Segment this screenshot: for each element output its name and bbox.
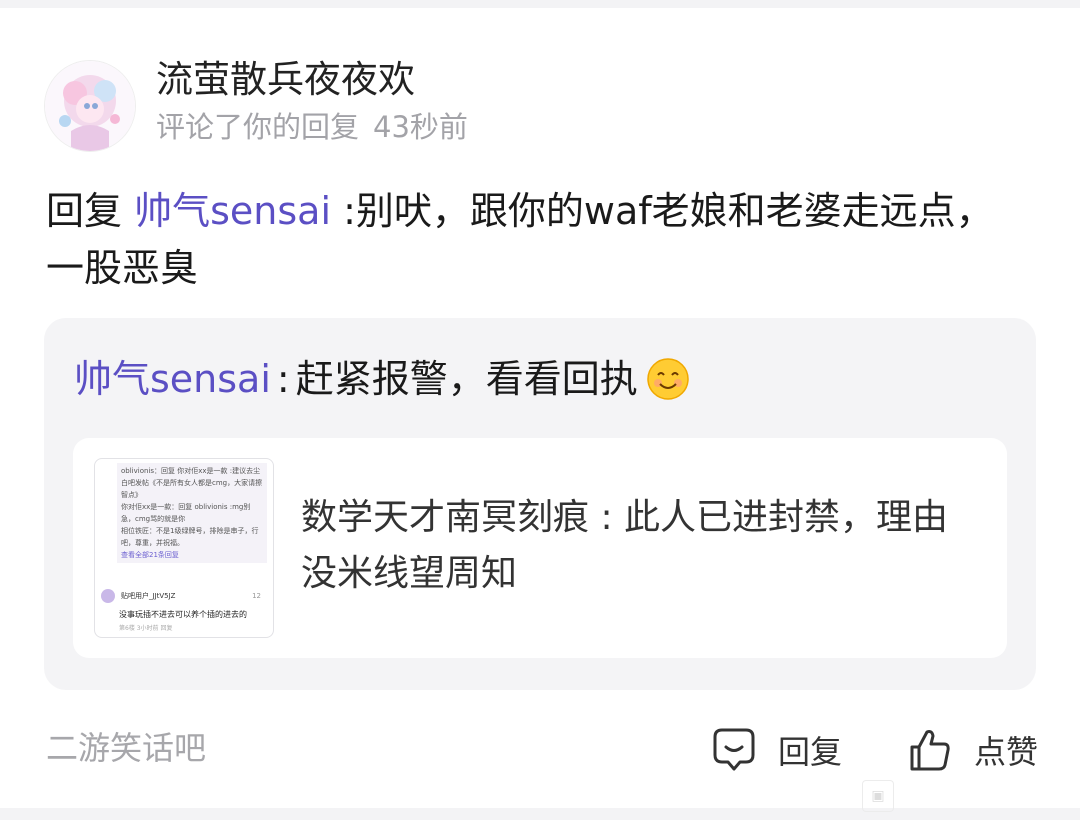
thumbs-up-icon [908,727,952,777]
like-label: 点赞 [974,733,1039,771]
thumbnail-user-row: 贴吧用户_JJtV5JZ 12 [101,589,267,605]
username[interactable]: 流萤散兵夜夜欢 [156,58,415,102]
post-thumbnail[interactable]: oblivionis：回复 你对佢xx是一款 :建议去尘白吧发帖《不是所有女人都… [94,458,274,638]
thumbnail-likes: 12 [252,592,261,600]
reply-label: 回复 [778,733,843,771]
action-text: 评论了你的回复 [156,110,360,144]
avatar[interactable] [44,60,136,152]
quoted-author[interactable]: 帅气sensai [74,352,271,406]
timestamp: 43秒前 [373,110,468,144]
thumbnail-see-all: 查看全部21条回复 [121,551,179,559]
comment-text[interactable]: 回复 帅气sensai :别吠，跟你的waf老娘和老婆走远点，一股恶臭 [46,183,1006,297]
image-icon: ▣ [862,780,894,812]
quoted-separator: : [276,357,290,401]
thumbnail-replies: oblivionis：回复 你对佢xx是一款 :建议去尘白吧发帖《不是所有女人都… [117,463,267,563]
quoted-text: 赶紧报警，看看回执 [295,357,638,401]
shared-post-card[interactable]: oblivionis：回复 你对佢xx是一款 :建议去尘白吧发帖《不是所有女人都… [73,438,1007,658]
thumbnail-line: oblivionis：回复 你对佢xx是一款 :建议去尘白吧发帖《不是所有女人都… [121,467,263,499]
shared-post-text: 数学天才南冥刻痕 : 此人已进封禁，理由没米线望周知 [301,497,949,594]
comment-bubble-icon [712,727,756,777]
quoted-comment-line: 帅气sensai : 赶紧报警，看看回执 [74,352,690,406]
thumbnail-line: 你对佢xx是一款：回复 oblivionis :mg别急，cmg骂的就是你 [121,503,251,523]
notification-card[interactable]: 流萤散兵夜夜欢 评论了你的回复 43秒前 回复 帅气sensai :别吠，跟你的w… [0,8,1080,812]
reply-prefix: 回复 [46,189,123,233]
reply-button[interactable]: 回复 [712,726,842,778]
like-button[interactable]: 点赞 [908,726,1038,778]
thumbnail-meta: 第6楼 3小时前 回复 [119,625,173,632]
quoted-comment[interactable]: 帅气sensai : 赶紧报警，看看回执 oblivionis：回复 你对佢xx… [44,318,1036,690]
thumbnail-line: 相位铁匠：不是1级绿牌号，排除是串子，行吧，尊重，并祝福。 [121,527,259,547]
mention-link[interactable]: 帅气sensai [134,189,331,233]
thumbnail-comment: 没事玩插不进去可以养个插的进去的 [119,610,247,619]
source-forum[interactable]: 二游笑话吧 [46,726,206,770]
thumbnail-username: 贴吧用户_JJtV5JZ [121,592,176,600]
thumbnail-avatar [101,589,115,603]
action-meta: 评论了你的回复 43秒前 [156,108,468,146]
smiley-emoji-icon [646,357,690,401]
